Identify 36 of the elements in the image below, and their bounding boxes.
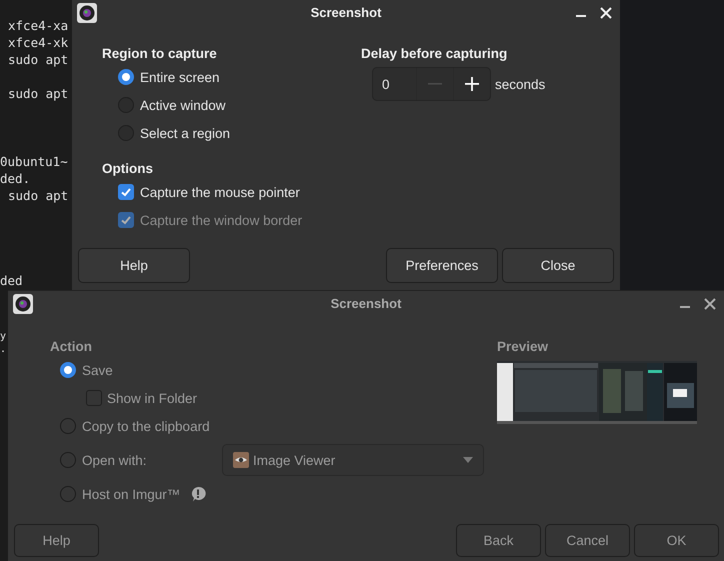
terminal-line: 0ubuntu1~ <box>0 153 68 170</box>
dialog-button[interactable]: Close <box>502 248 614 283</box>
window-title: Screenshot <box>330 296 402 311</box>
section-heading: Delay before capturing <box>361 45 508 63</box>
terminal-line: . <box>0 343 6 356</box>
window-title: Screenshot <box>310 5 382 20</box>
terminal-line: ded. <box>0 170 30 187</box>
radio-label[interactable]: Active window <box>140 98 226 112</box>
unit-label: seconds <box>495 76 546 92</box>
terminal-line: sudo apt <box>7 85 68 102</box>
terminal-line: xfce4-xk <box>7 34 68 51</box>
checkbox-label[interactable]: Capture the mouse pointer <box>140 184 300 200</box>
terminal-line: xfce4-xa <box>7 17 68 34</box>
section-heading: Action <box>50 338 93 356</box>
radio-button[interactable] <box>118 69 134 85</box>
checkbox[interactable] <box>118 184 134 200</box>
camera-lens-icon <box>77 2 97 22</box>
terminal-line: y <box>0 330 6 343</box>
section-heading: Options <box>102 160 154 178</box>
radio-label[interactable]: Entire screen <box>140 70 220 84</box>
plus-icon[interactable] <box>464 76 480 92</box>
camera-lens-icon <box>13 294 33 314</box>
caret-icon <box>463 457 473 463</box>
section-heading: Region to capture <box>102 45 218 63</box>
dialog-button[interactable]: Preferences <box>386 248 498 283</box>
terminal-line: sudo apt <box>7 51 68 68</box>
speech-bubble-icon <box>190 486 206 502</box>
dialog-button[interactable]: Help <box>78 248 190 283</box>
eye-icon <box>233 452 249 468</box>
terminal-line: ded <box>0 272 23 289</box>
terminal-line: sudo apt <box>7 187 68 204</box>
radio-label[interactable]: Select a region <box>140 126 230 140</box>
section-heading: Preview <box>497 338 550 356</box>
delay-spinbox[interactable]: 0 <box>372 67 491 101</box>
checkmark-icon <box>120 214 132 226</box>
checkmark-icon <box>120 186 132 198</box>
